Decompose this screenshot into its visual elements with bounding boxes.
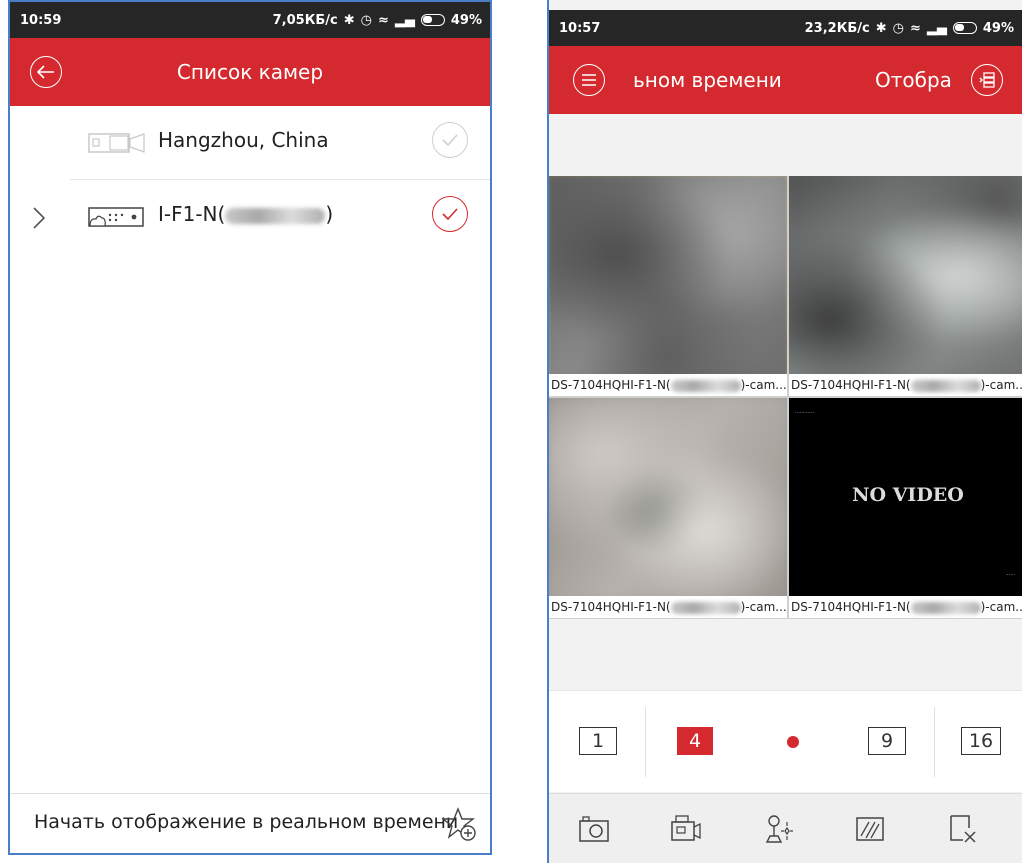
wifi-icon: ≈ (377, 12, 389, 28)
network-speed: 23,2КБ/с (804, 20, 870, 36)
alarm-icon: ◷ (892, 20, 904, 36)
app-bar: ьном времени Отобра (549, 46, 1022, 114)
signal-icon: ▂▄ (394, 12, 415, 28)
live-view-grid: DS-7104HQHI-F1-N()-cam... DS-7104HQHI-F1… (549, 176, 1022, 619)
close-window-icon[interactable] (945, 812, 979, 846)
app-bar: Список камер (10, 38, 490, 106)
check-circle-icon[interactable] (432, 122, 468, 158)
split-16-button[interactable]: 16 (961, 727, 1001, 755)
device-row[interactable]: I-F1-N() (10, 180, 490, 250)
video-tile[interactable]: DS-7104HQHI-F1-N()-cam... (549, 176, 787, 396)
chevron-right-icon[interactable] (32, 206, 46, 230)
network-speed: 7,05КБ/с (272, 12, 338, 28)
dvr-icon (88, 207, 144, 227)
battery-level: 49% (982, 20, 1014, 36)
osd-camera-name: ······ (1005, 572, 1015, 578)
status-bar: 10:57 23,2КБ/с ✱ ◷ ≈ ▂▄ 49% (549, 10, 1022, 46)
osd-timestamp: ············ (795, 410, 815, 416)
battery-icon (420, 14, 445, 26)
bluetooth-icon: ✱ (343, 12, 355, 28)
menu-icon[interactable] (573, 64, 605, 96)
blurred-serial (910, 601, 981, 614)
status-time: 10:59 (20, 12, 62, 28)
split-1-button[interactable]: 1 (579, 727, 617, 755)
no-video-panel: ············ NO VIDEO ······ (789, 398, 1022, 596)
alarm-icon: ◷ (360, 12, 372, 28)
divider (934, 707, 935, 777)
ptz-icon[interactable] (761, 812, 795, 846)
wifi-icon: ≈ (909, 20, 921, 36)
live-view-screen: 10:57 23,2КБ/с ✱ ◷ ≈ ▂▄ 49% ьном времени… (547, 0, 1022, 863)
start-live-view-bar[interactable]: Начать отображение в реальном времени (10, 793, 490, 853)
live-view-toolbar (549, 793, 1022, 863)
star-add-icon[interactable] (442, 806, 478, 842)
split-4-button[interactable]: 4 (677, 727, 713, 755)
device-label: I-F1-N() (158, 202, 334, 226)
image-quality-icon[interactable] (853, 812, 887, 846)
tile-caption: DS-7104HQHI-F1-N()-cam... (789, 596, 1022, 618)
page-indicator-dot (787, 736, 799, 748)
start-live-view-label[interactable]: Начать отображение в реальном времени (34, 811, 458, 833)
status-bar: 10:59 7,05КБ/с ✱ ◷ ≈ ▂▄ 49% (10, 2, 490, 38)
signal-icon: ▂▄ (926, 20, 947, 36)
video-tile[interactable]: DS-7104HQHI-F1-N()-cam... (549, 398, 787, 618)
page-title: Список камер (176, 60, 324, 84)
page-title: ьном времени (633, 68, 782, 92)
no-video-label: NO VIDEO (852, 484, 964, 506)
camera-label: Hangzhou, China (158, 128, 329, 152)
blurred-serial (670, 379, 741, 392)
camera-list-screen: 10:59 7,05КБ/с ✱ ◷ ≈ ▂▄ 49% Список камер… (8, 0, 492, 855)
battery-level: 49% (450, 12, 482, 28)
camera-icon (88, 133, 145, 153)
video-tile[interactable]: DS-7104HQHI-F1-N()-cam... (789, 176, 1022, 396)
video-tile[interactable]: ············ NO VIDEO ······ DS-7104HQHI… (789, 398, 1022, 618)
video-record-icon[interactable] (669, 812, 703, 846)
display-action[interactable]: Отобра (875, 46, 952, 114)
device-list-icon[interactable] (971, 64, 1003, 96)
split-9-button[interactable]: 9 (868, 727, 906, 755)
tile-caption: DS-7104HQHI-F1-N()-cam... (789, 374, 1022, 396)
tile-caption: DS-7104HQHI-F1-N()-cam... (549, 374, 787, 396)
battery-icon (952, 22, 977, 34)
bluetooth-icon: ✱ (875, 20, 887, 36)
blurred-serial (910, 379, 981, 392)
status-time: 10:57 (559, 20, 601, 36)
camera-row[interactable]: Hangzhou, China (10, 106, 490, 176)
split-selector: 1 4 9 16 (549, 690, 1022, 792)
check-circle-icon[interactable] (432, 196, 468, 232)
camera-snapshot-icon[interactable] (577, 812, 611, 846)
divider (645, 707, 646, 777)
tile-caption: DS-7104HQHI-F1-N()-cam... (549, 596, 787, 618)
blurred-serial (225, 207, 326, 224)
blurred-serial (670, 601, 741, 614)
